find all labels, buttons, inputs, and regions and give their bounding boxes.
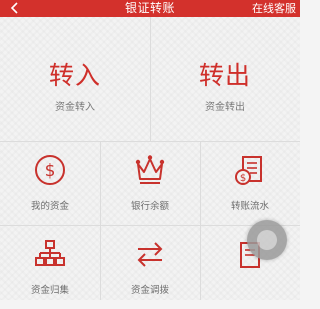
- transfer-in-sub: 资金转入: [55, 102, 95, 113]
- grid-item-label: 资金归集: [30, 285, 69, 296]
- statement-icon: $: [235, 156, 262, 185]
- online-service-link[interactable]: 在线客服: [252, 2, 296, 15]
- grid-item-transfer-records[interactable]: $ 转账流水: [200, 141, 300, 225]
- svg-text:$: $: [45, 161, 56, 181]
- transfer-out-label: 转出: [198, 61, 251, 90]
- grid-item-fund-allocation[interactable]: 资金调拨: [100, 225, 200, 309]
- grid-item-label: 我的资金: [30, 201, 69, 212]
- svg-text:$: $: [240, 173, 246, 184]
- grid-item-label: 资金调拨: [130, 285, 169, 296]
- grid-item-fund-collection[interactable]: 资金归集: [0, 225, 100, 309]
- hierarchy-icon: [35, 240, 65, 266]
- transfer-out-sub: 资金转出: [205, 102, 245, 113]
- grid-item-bank-balance[interactable]: 银行余额: [100, 141, 200, 225]
- transfer-arrows-icon: [137, 242, 163, 267]
- grid-item-label: 银行余额: [130, 201, 169, 212]
- transfer-in-button[interactable]: 转入 资金转入: [0, 17, 150, 141]
- grid-item-label: 转账流水: [230, 201, 269, 212]
- dollar-coin-icon: $: [35, 155, 65, 185]
- title-bar: 银证转账 在线客服: [0, 0, 300, 17]
- crown-icon: [135, 155, 165, 184]
- floating-assist-button[interactable]: [247, 220, 287, 260]
- grid-item-my-funds[interactable]: $ 我的资金: [0, 141, 100, 225]
- transfer-out-button[interactable]: 转出 资金转出: [150, 17, 300, 141]
- transfer-in-label: 转入: [48, 61, 101, 90]
